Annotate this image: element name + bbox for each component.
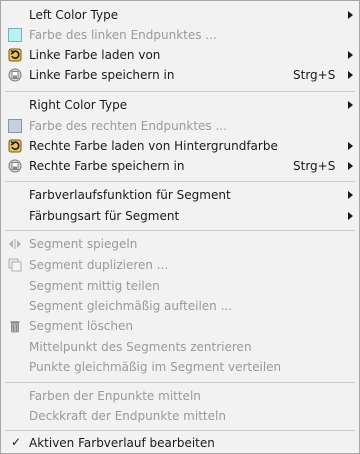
menu-separator (5, 91, 355, 92)
shortcut-label: Strg+S (293, 68, 336, 82)
menu-item-label: Segment löschen (29, 319, 133, 333)
submenu-arrow-icon (348, 11, 353, 19)
submenu-arrow-icon (348, 51, 353, 59)
menu-item-label: Färbungsart für Segment (29, 209, 180, 223)
menu-item-label: Linke Farbe laden von (29, 48, 161, 62)
submenu-arrow-icon (348, 191, 353, 199)
menu-item-right-color-type[interactable]: Right Color Type (1, 95, 359, 115)
menu-item-label: Punkte gleichmäßig im Segment verteilen (29, 360, 282, 374)
right-color-swatch-icon (8, 119, 22, 133)
save-icon (8, 159, 22, 173)
menu-item-label: Farben der Enpunkte mitteln (29, 389, 201, 403)
menu-item-save-right-color[interactable]: Rechte Farbe speichern in Strg+S (1, 156, 359, 176)
menu-item-label: Farbverlaufsfunktion für Segment (29, 188, 231, 202)
menu-item-right-endpoint-color: Farbe des rechten Endpunktes ... (1, 116, 359, 136)
menu-item-label: Segment duplizieren ... (29, 258, 169, 272)
menu-separator (5, 430, 355, 431)
save-icon (8, 68, 22, 82)
menu-item-split-midpoint: Segment mittig teilen (1, 276, 359, 296)
revert-icon (8, 48, 22, 62)
menu-item-redistribute-handles: Punkte gleichmäßig im Segment verteilen (1, 357, 359, 377)
menu-item-label: Rechte Farbe speichern in (29, 159, 185, 173)
submenu-arrow-icon (348, 101, 353, 109)
left-color-swatch-icon (8, 28, 22, 42)
submenu-arrow-icon (348, 71, 353, 79)
menu-item-label: Aktiven Farbverlauf bearbeiten (29, 436, 215, 450)
menu-item-label: Segment gleichmäßig aufteilen ... (29, 299, 233, 313)
submenu-arrow-icon (348, 212, 353, 220)
menu-item-left-color-type[interactable]: Left Color Type (1, 5, 359, 25)
menu-item-label: Segment spiegeln (29, 237, 138, 251)
shortcut-label: Strg+S (293, 159, 336, 173)
menu-item-flip-segment: Segment spiegeln (1, 234, 359, 254)
menu-item-load-left-color[interactable]: Linke Farbe laden von (1, 45, 359, 65)
menu-item-label: Rechte Farbe laden von Hintergrundfarbe (29, 139, 278, 153)
menu-item-label: Farbe des linken Endpunktes ... (29, 28, 217, 42)
menu-item-blend-endpoint-colors: Farben der Enpunkte mitteln (1, 386, 359, 406)
menu-item-edit-active-gradient[interactable]: ✓ Aktiven Farbverlauf bearbeiten (1, 433, 359, 453)
submenu-arrow-icon (348, 142, 353, 150)
submenu-arrow-icon (348, 162, 353, 170)
duplicate-icon (8, 258, 22, 272)
menu-item-load-right-color[interactable]: Rechte Farbe laden von Hintergrundfarbe (1, 136, 359, 156)
menu-item-save-left-color[interactable]: Linke Farbe speichern in Strg+S (1, 65, 359, 85)
menu-item-label: Left Color Type (29, 8, 119, 22)
menu-item-blend-endpoint-opacity: Deckkraft der Endpunkte mitteln (1, 406, 359, 426)
menu-item-split-uniformly: Segment gleichmäßig aufteilen ... (1, 296, 359, 316)
menu-item-coloring-type[interactable]: Färbungsart für Segment (1, 206, 359, 226)
menu-separator (5, 382, 355, 383)
flip-icon (9, 239, 21, 249)
trash-icon (10, 321, 20, 333)
menu-item-label: Farbe des rechten Endpunktes ... (29, 119, 227, 133)
menu-item-label: Segment mittig teilen (29, 279, 160, 293)
revert-icon (8, 139, 22, 153)
menu-separator (5, 230, 355, 231)
menu-item-label: Linke Farbe speichern in (29, 68, 175, 82)
menu-item-left-endpoint-color: Farbe des linken Endpunktes ... (1, 25, 359, 45)
menu-item-recenter-midpoint: Mittelpunkt des Segments zentrieren (1, 337, 359, 357)
menu-item-replicate-segment: Segment duplizieren ... (1, 255, 359, 275)
check-icon: ✓ (11, 435, 22, 449)
menu-item-delete-segment: Segment löschen (1, 316, 359, 336)
menu-item-label: Right Color Type (29, 98, 128, 112)
gradient-editor-context-menu: Left Color Type Farbe des linken Endpunk… (0, 0, 360, 454)
menu-item-blending-function[interactable]: Farbverlaufsfunktion für Segment (1, 185, 359, 205)
menu-separator (5, 181, 355, 182)
menu-item-label: Deckkraft der Endpunkte mitteln (29, 409, 226, 423)
menu-item-label: Mittelpunkt des Segments zentrieren (29, 340, 252, 354)
